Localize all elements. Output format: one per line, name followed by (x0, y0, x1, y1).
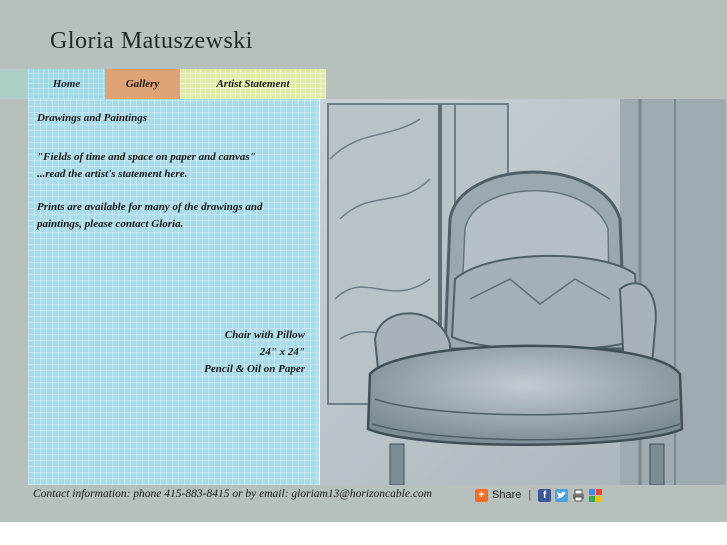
share-bar: + Share | f (475, 487, 603, 503)
main-nav: Home Gallery Artist Statement (28, 69, 326, 99)
panel-heading[interactable]: Drawings and Paintings (37, 110, 307, 127)
quote-line: "Fields of time and space on paper and c… (37, 151, 256, 163)
artist-statement-link[interactable]: "Fields of time and space on paper and c… (37, 149, 307, 183)
read-statement-line: ...read the artist's statement here. (37, 168, 188, 180)
share-separator: | (528, 489, 532, 501)
nav-gallery[interactable]: Gallery (105, 69, 180, 99)
twitter-icon[interactable] (555, 488, 569, 502)
prints-note: Prints are available for many of the dra… (37, 201, 263, 230)
artwork-medium: Pencil & Oil on Paper (204, 363, 305, 375)
nav-artist-statement[interactable]: Artist Statement (180, 69, 326, 99)
site-title: Gloria Matuszewski (50, 28, 253, 54)
artwork-caption: Chair with Pillow 24" x 24" Pencil & Oil… (204, 327, 305, 378)
nav-left-strip (0, 69, 28, 99)
info-panel: Drawings and Paintings "Fields of time a… (28, 99, 319, 485)
artwork-title: Chair with Pillow (224, 329, 305, 341)
google-icon[interactable] (589, 488, 603, 502)
print-icon[interactable] (572, 489, 585, 502)
contact-info: Contact information: phone 415-883-8415 … (33, 488, 432, 500)
page-background: Gloria Matuszewski Home Gallery Artist S… (0, 0, 727, 522)
facebook-icon[interactable]: f (538, 488, 552, 502)
nav-home[interactable]: Home (28, 69, 105, 99)
artwork-size: 24" x 24" (259, 346, 305, 358)
chair-drawing (320, 99, 726, 485)
share-label[interactable]: Share (492, 489, 521, 501)
share-plus-icon[interactable]: + (475, 488, 488, 502)
artwork-image[interactable] (319, 99, 726, 485)
